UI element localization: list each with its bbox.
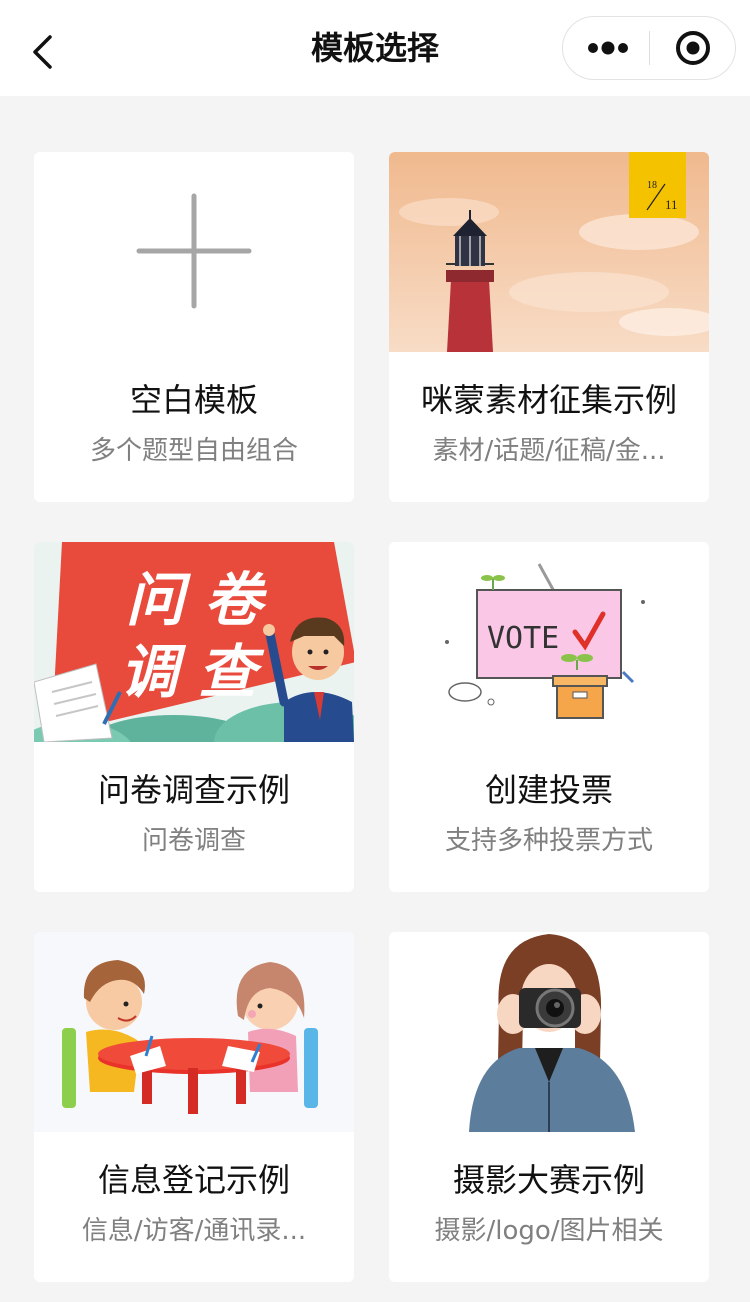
template-subtitle: 多个题型自由组合 [89, 436, 298, 466]
template-card-vote[interactable]: VOTE 创建投票 支持多种投票方式 [389, 542, 709, 892]
template-card-registration[interactable]: 信息登记示例 信息/访客/通讯录... [34, 932, 354, 1282]
template-subtitle: 信息/访客/通讯录... [81, 1216, 307, 1246]
mini-program-capsule [562, 16, 736, 80]
more-button[interactable] [563, 17, 649, 79]
target-close-icon [676, 31, 710, 65]
template-card-survey[interactable]: 问 卷 调 查 问卷调查示例 问卷调查 [34, 542, 354, 892]
template-title: 咪蒙素材征集示例 [420, 381, 677, 419]
template-subtitle: 摄影/logo/图片相关 [434, 1216, 664, 1246]
template-subtitle: 支持多种投票方式 [444, 826, 653, 856]
plus-icon [34, 152, 354, 352]
template-title: 摄影大赛示例 [452, 1161, 645, 1199]
template-card-blank[interactable]: 空白模板 多个题型自由组合 [34, 152, 354, 502]
banner-text-line1: 问 卷 [126, 566, 267, 634]
navigation-bar: 模板选择 [0, 0, 750, 96]
badge-number-top: 18 [647, 180, 657, 191]
vote-illustration: VOTE [389, 542, 709, 742]
vote-sign-text: VOTE [487, 621, 559, 656]
template-card-photography[interactable]: 摄影大赛示例 摄影/logo/图片相关 [389, 932, 709, 1282]
badge-number-bottom: 11 [665, 197, 678, 212]
template-subtitle: 问卷调查 [141, 826, 246, 856]
template-subtitle: 素材/话题/征稿/金... [432, 436, 666, 466]
banner-text-line2: 调 查 [120, 638, 265, 706]
template-title: 创建投票 [484, 771, 613, 809]
photographer-illustration [389, 932, 709, 1132]
template-title: 信息登记示例 [97, 1161, 290, 1199]
template-title: 问卷调查示例 [97, 771, 290, 809]
more-dots-icon [588, 41, 628, 55]
kids-at-table-illustration [34, 932, 354, 1132]
template-card-material-collection[interactable]: 18 11 咪蒙素材征集示例 素材/话题/征稿/金... [389, 152, 709, 502]
lighthouse-illustration: 18 11 [389, 152, 709, 352]
template-title: 空白模板 [129, 381, 258, 419]
survey-banner-illustration: 问 卷 调 查 [34, 542, 354, 742]
close-mini-program-button[interactable] [650, 17, 736, 79]
